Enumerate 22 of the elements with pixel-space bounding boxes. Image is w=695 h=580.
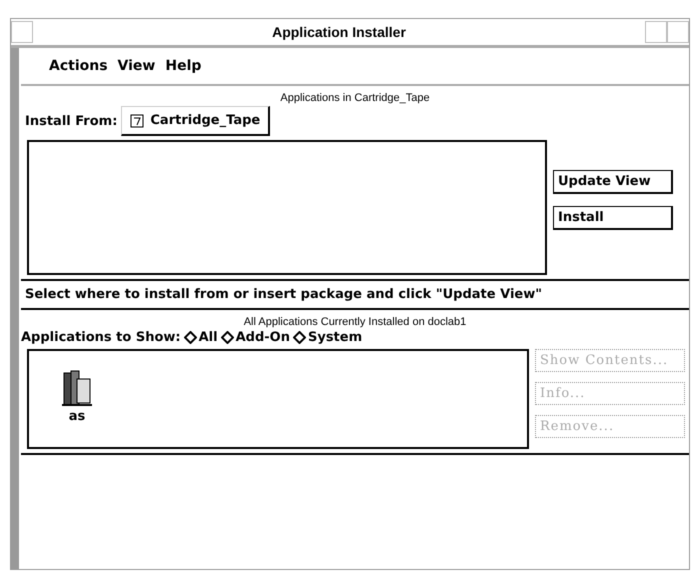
- filter-radio[interactable]: System: [292, 330, 362, 345]
- filter-radio[interactable]: Add-On: [220, 330, 290, 345]
- section-heading: Applications in Cartridge_Tape: [279, 91, 431, 106]
- application-name[interactable]: as: [68, 409, 86, 424]
- books-icon: [60, 369, 94, 409]
- maximize-button[interactable]: [667, 21, 689, 43]
- source-option-menu[interactable]: Cartridge_Tape: [121, 106, 270, 136]
- menu-item[interactable]: Help: [165, 58, 202, 74]
- available-applications-list[interactable]: [27, 140, 547, 275]
- status-message: Select where to install from or insert package and click "Update View": [21, 281, 689, 310]
- action-button[interactable]: Update View: [553, 170, 673, 194]
- menu-item[interactable]: View: [118, 58, 156, 74]
- section-heading: All Applications Currently Installed on doclab1: [242, 315, 468, 330]
- action-button[interactable]: Install: [553, 206, 673, 230]
- menu-item[interactable]: Actions: [49, 58, 108, 74]
- tape-icon: [130, 114, 144, 128]
- window-title: Application Installer: [271, 24, 407, 40]
- install-from-label: Install From:: [25, 114, 118, 128]
- minimize-button[interactable]: [645, 21, 667, 43]
- filter-radio[interactable]: All: [184, 330, 218, 345]
- window-menu-button[interactable]: [11, 21, 33, 43]
- filter-label: Applications to Show:: [21, 330, 181, 345]
